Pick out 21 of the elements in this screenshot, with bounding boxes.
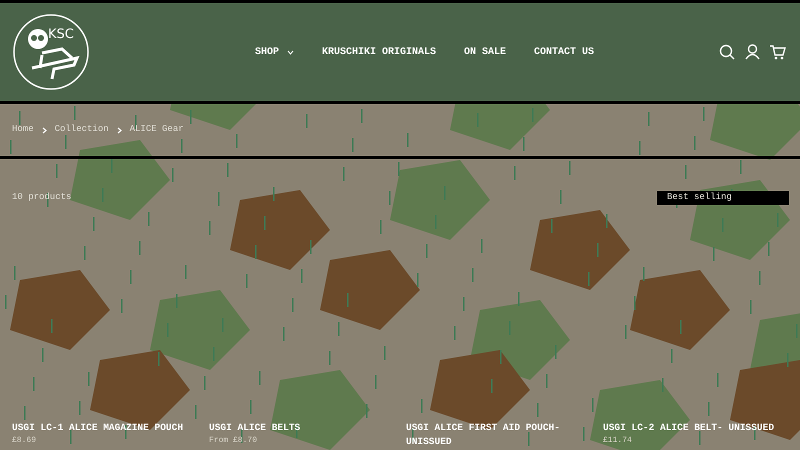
product-price: £11.74: [603, 435, 633, 446]
breadcrumb-link[interactable]: Collection: [54, 123, 109, 137]
product-price: £8.69: [12, 435, 38, 446]
chevron-right-icon: [42, 126, 47, 134]
nav-link[interactable]: SHOP: [254, 44, 294, 60]
product-title[interactable]: USGI ALICE BELTS: [209, 421, 394, 435]
nav-link[interactable]: CONTACT US: [534, 44, 594, 60]
search-icon[interactable]: [719, 44, 735, 60]
nav-link[interactable]: KRUSCHIKI ORIGINALS: [322, 44, 436, 60]
breadcrumb-current: ALICE Gear: [130, 123, 184, 136]
product-title[interactable]: USGI LC-1 ALICE MAGAZINE POUCH: [12, 421, 197, 435]
sort-dropdown[interactable]: Best selling: [657, 191, 789, 205]
skull-logo: KSC: [12, 13, 90, 91]
nav-link[interactable]: ON SALE: [464, 44, 506, 60]
breadcrumb-link[interactable]: Home: [12, 123, 34, 137]
product-title[interactable]: USGI ALICE FIRST AID POUCH- UNISSUED: [406, 421, 591, 449]
product-title[interactable]: USGI LC-2 ALICE BELT- UNISSUED: [603, 421, 788, 435]
cart-icon[interactable]: [770, 44, 786, 60]
chevron-right-icon: [116, 126, 122, 134]
chevron-down-icon: [286, 50, 294, 54]
account-icon[interactable]: [745, 44, 760, 60]
